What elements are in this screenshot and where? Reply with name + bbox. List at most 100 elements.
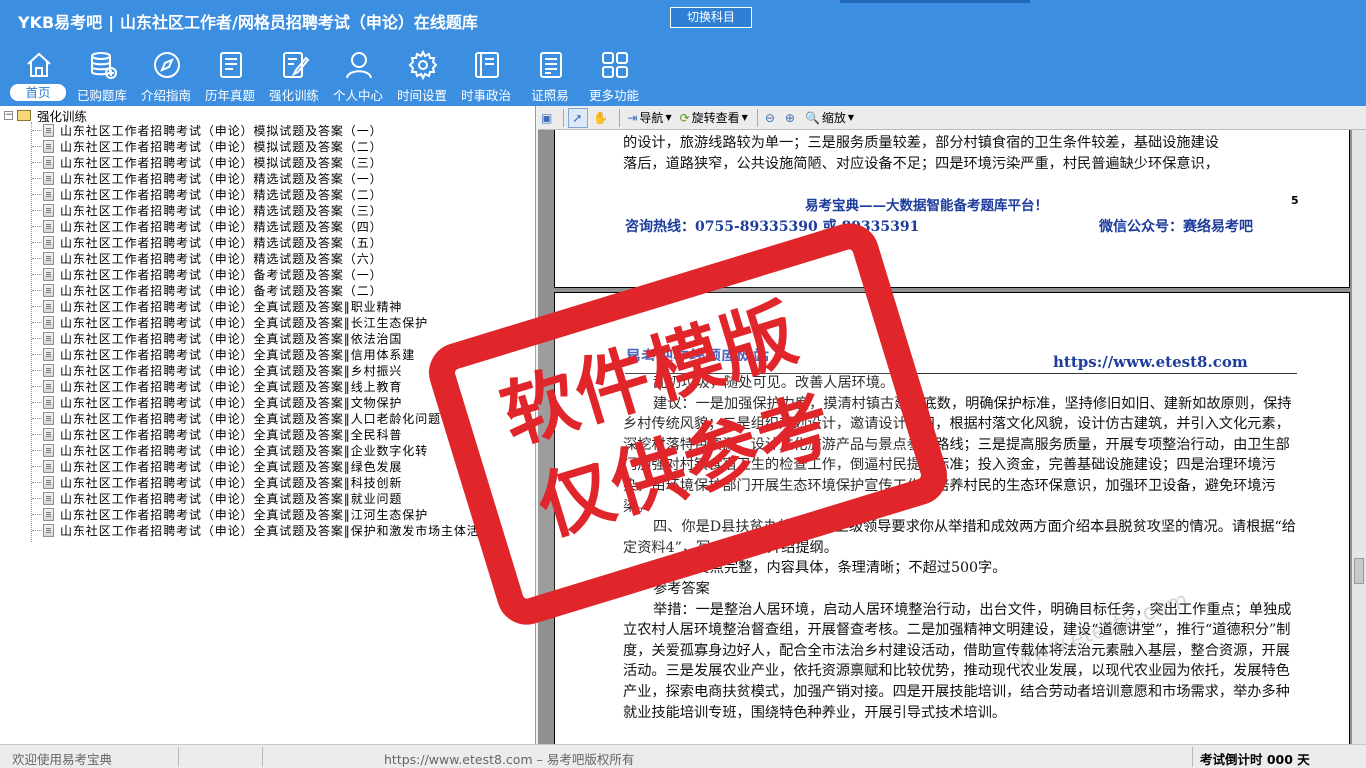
thumbnail-button[interactable]: ▣	[538, 108, 557, 128]
rotate-view-button[interactable]: ⟳ 旋转查看 ▼	[677, 108, 751, 128]
zoom-in-icon: ⊕	[784, 110, 795, 125]
tree-item[interactable]: 山东社区工作者招聘考试（申论）全真试题及答案‖线上教育	[32, 378, 493, 394]
navigate-button[interactable]: ⇥ 导航 ▼	[624, 108, 674, 128]
nav-certificate[interactable]: 证照易	[518, 48, 582, 104]
tree-item-label: 山东社区工作者招聘考试（申论）模拟试题及答案（一）	[60, 123, 383, 138]
tree-item[interactable]: 山东社区工作者招聘考试（申论）精选试题及答案（一）	[32, 170, 493, 186]
text-line: 落后，道路狭窄，公共设施简陋、对应设备不足；四是环境污染严重，村民普遍缺少环保意…	[623, 155, 1219, 172]
tree-item[interactable]: 山东社区工作者招聘考试（申论）模拟试题及答案（一）	[32, 122, 493, 138]
tree-item[interactable]: 山东社区工作者招聘考试（申论）全真试题及答案‖长江生态保护	[32, 314, 493, 330]
grid-icon	[602, 52, 628, 78]
tree-item[interactable]: 山东社区工作者招聘考试（申论）精选试题及答案（六）	[32, 250, 493, 266]
nav-more[interactable]: 更多功能	[582, 48, 646, 104]
training-tree: − 强化训练 山东社区工作者招聘考试（申论）模拟试题及答案（一） 山东社区工作者招…	[0, 106, 536, 744]
tree-item[interactable]: 山东社区工作者招聘考试（申论）全真试题及答案‖企业数字化转	[32, 442, 493, 458]
tree-connector	[32, 513, 42, 515]
scrollbar-thumb[interactable]	[1354, 558, 1364, 584]
thumbnail-icon: ▣	[541, 110, 553, 125]
tree-item-label: 山东社区工作者招聘考试（申论）全真试题及答案‖江河生态保护	[60, 507, 429, 522]
tree-item[interactable]: 山东社区工作者招聘考试（申论）精选试题及答案（五）	[32, 234, 493, 250]
document-icon	[43, 523, 54, 537]
tree-item[interactable]: 山东社区工作者招聘考试（申论）全真试题及答案‖乡村振兴	[32, 362, 493, 378]
status-divider	[262, 747, 263, 767]
collapse-icon[interactable]: −	[4, 110, 13, 120]
tree-connector	[32, 481, 42, 483]
tree-item[interactable]: 山东社区工作者招聘考试（申论）全真试题及答案‖科技创新	[32, 474, 493, 490]
vertical-scrollbar[interactable]	[1352, 130, 1366, 744]
select-tool-button[interactable]: ➚	[568, 107, 589, 128]
tree-item[interactable]: 山东社区工作者招聘考试（申论）精选试题及答案（二）	[32, 186, 493, 202]
tree-connector	[32, 273, 42, 275]
status-bar: 欢迎使用易考宝典 https://www.etest8.com – 易考吧版权所…	[0, 744, 1366, 768]
document-icon	[43, 491, 54, 505]
tree-connector	[32, 433, 42, 435]
main-nav: 首页 已购题库 介绍指南 历年真题 强化训练 个人中心 时间设置 时事政治 证照…	[6, 48, 646, 104]
document-page: 易考吧在线题库网站 https://www.etest8.com 乱扔垃圾，随处…	[554, 292, 1350, 752]
tree-item[interactable]: 山东社区工作者招聘考试（申论）备考试题及答案（一）	[32, 266, 493, 282]
tree-item[interactable]: 山东社区工作者招聘考试（申论）全真试题及答案‖依法治国	[32, 330, 493, 346]
tree-item[interactable]: 山东社区工作者招聘考试（申论）备考试题及答案（二）	[32, 282, 493, 298]
tree-item[interactable]: 山东社区工作者招聘考试（申论）精选试题及答案（四）	[32, 218, 493, 234]
tree-item[interactable]: 山东社区工作者招聘考试（申论）全真试题及答案‖绿色发展	[32, 458, 493, 474]
tree-item[interactable]: 山东社区工作者招聘考试（申论）模拟试题及答案（二）	[32, 138, 493, 154]
tree-item-label: 山东社区工作者招聘考试（申论）全真试题及答案‖保护和激发市场主体活力	[60, 523, 493, 538]
tree-connector	[32, 529, 42, 531]
tree-item[interactable]: 山东社区工作者招聘考试（申论）模拟试题及答案（三）	[32, 154, 493, 170]
nav-guide[interactable]: 介绍指南	[134, 48, 198, 104]
nav-time-settings[interactable]: 时间设置	[390, 48, 454, 104]
tree-item[interactable]: 山东社区工作者招聘考试（申论）全真试题及答案‖职业精神	[32, 298, 493, 314]
nav-label: 介绍指南	[140, 88, 191, 103]
zoom-out-button[interactable]: ⊖	[762, 108, 780, 128]
switch-subject-button[interactable]: 切换科目	[670, 7, 752, 28]
tree-item[interactable]: 山东社区工作者招聘考试（申论）全真试题及答案‖文物保护	[32, 394, 493, 410]
document-icon	[43, 475, 54, 489]
tree-item-label: 山东社区工作者招聘考试（申论）全真试题及答案‖人口老龄化问题	[60, 411, 442, 426]
document-icon	[43, 395, 54, 409]
nav-home[interactable]: 首页	[6, 48, 70, 104]
chevron-down-icon: ▼	[741, 113, 748, 122]
nav-label: 更多功能	[588, 88, 639, 103]
tree-item[interactable]: 山东社区工作者招聘考试（申论）全真试题及答案‖就业问题	[32, 490, 493, 506]
app-header: YKB易考吧 | 山东社区工作者/网格员招聘考试（申论）在线题库 切换科目 首页 已…	[0, 0, 1366, 106]
navigate-icon: ⇥	[627, 110, 638, 125]
tree-item[interactable]: 山东社区工作者招聘考试（申论）全真试题及答案‖信用体系建	[32, 346, 493, 362]
nav-label: 历年真题	[204, 88, 255, 103]
hand-icon: ✋	[593, 110, 609, 125]
tree-item-label: 山东社区工作者招聘考试（申论）全真试题及答案‖企业数字化转	[60, 443, 429, 458]
tree-item[interactable]: 山东社区工作者招聘考试（申论）全真试题及答案‖全民科普	[32, 426, 493, 442]
nav-label: 已购题库	[76, 88, 127, 103]
tree-item[interactable]: 山东社区工作者招聘考试（申论）精选试题及答案（三）	[32, 202, 493, 218]
paragraph: 建议：一是加强保护力度，摸清村镇古建筑底数，明确保护标准，坚持修旧如旧、建新如故…	[623, 395, 1292, 515]
page-footer-hotline: 咨询热线：0755-89335390 或 89335391	[625, 219, 920, 235]
zoom-menu-button[interactable]: 🔍 缩放 ▼	[802, 108, 857, 128]
paragraph: 举措：一是整治人居环境，启动人居环境整治行动，出台文件，明确目标任务，突出工作重…	[623, 601, 1292, 721]
tree-item[interactable]: 山东社区工作者招聘考试（申论）全真试题及答案‖保护和激发市场主体活力	[32, 522, 493, 538]
tree-connector	[32, 321, 42, 323]
nav-current-affairs[interactable]: 时事政治	[454, 48, 518, 104]
chevron-down-icon: ▼	[665, 113, 672, 122]
tree-item-label: 山东社区工作者招聘考试（申论）精选试题及答案（五）	[60, 235, 383, 250]
zoom-in-button[interactable]: ⊕	[782, 108, 800, 128]
tree-item[interactable]: 山东社区工作者招聘考试（申论）全真试题及答案‖江河生态保护	[32, 506, 493, 522]
page-body: 的设计，旅游线路较为单一；三是服务质量较差，部分村镇食宿的卫生条件较差，基础设施…	[623, 133, 1303, 174]
document-icon	[43, 187, 54, 201]
chevron-down-icon: ▼	[847, 113, 855, 122]
nav-training[interactable]: 强化训练	[262, 48, 326, 104]
tree-connector	[32, 465, 42, 467]
toolbar-separator	[756, 108, 758, 127]
document-icon	[43, 139, 54, 153]
copyright-text: https://www.etest8.com – 易考吧版权所有	[384, 752, 635, 767]
nav-purchased[interactable]: 已购题库	[70, 48, 134, 104]
tree-connector	[32, 129, 42, 131]
document-icon	[43, 219, 54, 233]
document-icon	[43, 123, 54, 137]
tree-connector	[32, 209, 42, 211]
magnifier-icon: 🔍	[804, 110, 820, 125]
nav-past-papers[interactable]: 历年真题	[198, 48, 262, 104]
document-icon	[43, 203, 54, 217]
hand-tool-button[interactable]: ✋	[590, 108, 613, 128]
nav-personal[interactable]: 个人中心	[326, 48, 390, 104]
title-separator: |	[108, 13, 115, 32]
tree-item[interactable]: 山东社区工作者招聘考试（申论）全真试题及答案‖人口老龄化问题	[32, 410, 493, 426]
document-icon	[43, 315, 54, 329]
